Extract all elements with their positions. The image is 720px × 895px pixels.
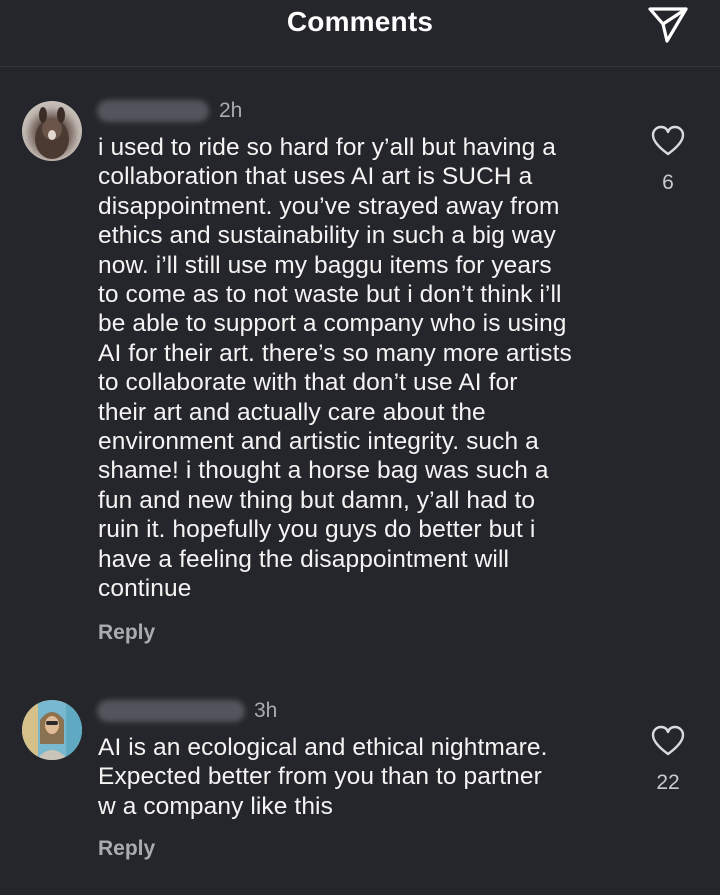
comment-timestamp: 2h [219,99,243,122]
share-button[interactable] [645,3,691,43]
like-button[interactable] [651,125,685,157]
avatar-image [22,700,82,760]
like-button[interactable] [651,725,685,757]
paper-plane-icon [648,7,688,43]
like-count: 22 [656,771,680,794]
heart-outline-icon [651,725,685,756]
username-redacted[interactable] [97,100,209,122]
reply-button[interactable]: Reply [98,837,155,861]
comments-header: Comments [0,0,720,67]
avatar[interactable] [22,101,82,161]
username-redacted[interactable] [97,700,245,722]
comment-text: AI is an ecological and ethical nightmar… [98,734,548,820]
avatar-image [35,107,69,159]
reply-button[interactable]: Reply [98,621,155,645]
heart-outline-icon [651,125,685,156]
page-title: Comments [286,6,434,37]
comment-text: i used to ride so hard for y’all but hav… [98,134,572,603]
comment-timestamp: 3h [254,699,278,722]
like-count: 6 [662,171,674,194]
avatar[interactable] [22,700,82,760]
